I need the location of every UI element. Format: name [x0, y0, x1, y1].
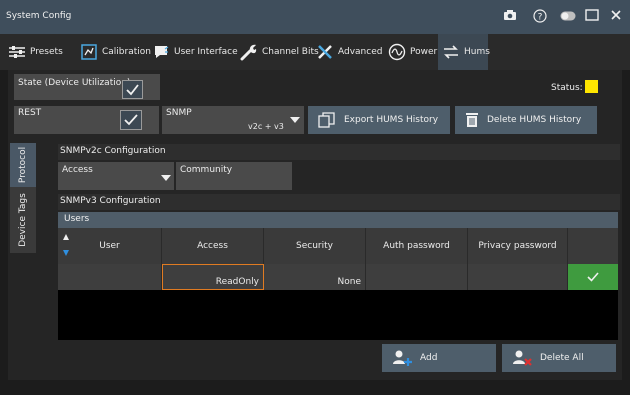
column-label: Security [296, 241, 333, 251]
window-title: System Config [6, 11, 72, 21]
snmp-label: SNMP [166, 108, 192, 118]
tools-icon [316, 43, 334, 61]
add-user-icon [393, 350, 412, 366]
snmpv3-section: SNMPv3 Configuration [58, 194, 620, 210]
snmpv2c-title: SNMPv2c Configuration [60, 146, 166, 156]
tab-label: Hums [464, 47, 490, 57]
add-user-button[interactable]: Add [382, 344, 496, 372]
tab-hums[interactable]: Hums [438, 34, 490, 70]
delete-label: Delete HUMS History [487, 115, 582, 125]
rest-checkbox[interactable] [120, 110, 142, 130]
side-tab-protocol[interactable]: Protocol [10, 143, 36, 187]
power-icon [388, 43, 406, 61]
rest-label: REST [18, 108, 42, 118]
side-tab-label: Device Tags [18, 193, 28, 247]
community-field[interactable]: Community [176, 162, 292, 190]
state-label: State (Device Utilization) [18, 78, 131, 88]
snmp-select[interactable]: SNMP v2c + v3 [162, 106, 286, 134]
tab-label: Advanced [338, 47, 383, 57]
svg-text:?: ? [538, 13, 543, 23]
column-label: User [99, 241, 120, 251]
access-select[interactable]: Access [58, 162, 158, 190]
column-label: Auth password [383, 241, 450, 251]
users-table-header: Users [58, 212, 618, 228]
export-hums-history-button[interactable]: Export HUMS History [308, 106, 450, 134]
delete-all-button[interactable]: Delete All [502, 344, 616, 372]
users-label: Users [64, 214, 90, 224]
snmpv3-title: SNMPv3 Configuration [60, 196, 161, 206]
column-security[interactable]: Security [264, 228, 366, 264]
column-privacy-password[interactable]: Privacy password [468, 228, 568, 264]
users-table: Users User Access Security Auth password… [58, 212, 618, 340]
snmp-dropdown-button[interactable] [286, 106, 304, 134]
sort-icon [63, 234, 69, 256]
tab-power[interactable]: Power [384, 34, 441, 70]
export-icon [318, 112, 335, 128]
tab-label: Presets [30, 47, 63, 57]
tab-label: Power [410, 47, 438, 57]
toggle-icon[interactable] [560, 9, 576, 25]
side-tab-label: Protocol [18, 146, 28, 184]
table-cell-user[interactable] [58, 264, 162, 290]
delete-users-icon [513, 350, 532, 366]
tab-presets[interactable]: Presets [4, 34, 67, 70]
table-cell-privacy-password[interactable] [468, 264, 568, 290]
cell-value: ReadOnly [215, 277, 259, 287]
wrench-icon [240, 43, 258, 61]
access-dropdown-button[interactable] [158, 162, 174, 190]
access-label: Access [62, 165, 93, 175]
delete-all-label: Delete All [540, 353, 584, 363]
presets-icon [8, 43, 26, 61]
tab-label: Channel Bits [262, 47, 319, 57]
tab-channel-bits[interactable]: Channel Bits [236, 34, 323, 70]
side-tab-device-tags[interactable]: Device Tags [10, 187, 36, 253]
export-label: Export HUMS History [344, 115, 439, 125]
column-label: Access [197, 241, 228, 251]
help-icon[interactable]: ? [532, 9, 548, 25]
tab-label: Calibration [102, 47, 151, 57]
user-interface-icon [152, 43, 170, 61]
snmpv2c-section: SNMPv2c Configuration [58, 144, 620, 160]
column-auth-password[interactable]: Auth password [366, 228, 468, 264]
community-label: Community [180, 165, 233, 175]
table-cell-security[interactable]: None [264, 264, 366, 290]
tab-bar: Presets Calibration User Interface Chann… [0, 34, 630, 70]
close-icon[interactable] [608, 9, 624, 25]
camera-icon[interactable] [502, 9, 518, 25]
hums-icon [442, 43, 460, 61]
state-panel: State (Device Utilization) [14, 74, 160, 100]
status-indicator [585, 80, 598, 93]
tab-label: User Interface [174, 47, 238, 57]
title-bar: System Config ? [0, 0, 630, 34]
rest-panel: REST [14, 106, 159, 134]
tab-calibration[interactable]: Calibration [76, 34, 155, 70]
snmp-value: v2c + v3 [248, 122, 284, 131]
tab-user-interface[interactable]: User Interface [148, 34, 242, 70]
chevron-down-icon [161, 175, 171, 181]
table-cell-auth-password[interactable] [366, 264, 468, 290]
trash-icon [466, 113, 478, 127]
chevron-down-icon [290, 117, 300, 123]
status-label: Status: [551, 83, 583, 93]
column-label: Privacy password [478, 241, 557, 251]
column-actions [568, 228, 618, 264]
column-user[interactable]: User [58, 228, 162, 264]
tab-advanced[interactable]: Advanced [312, 34, 386, 70]
state-checkbox[interactable] [122, 80, 143, 99]
cell-value: None [337, 277, 361, 287]
calibration-icon [80, 43, 98, 61]
add-label: Add [420, 353, 438, 363]
delete-hums-history-button[interactable]: Delete HUMS History [455, 106, 597, 134]
column-access[interactable]: Access [162, 228, 264, 264]
table-cell-access[interactable]: ReadOnly [162, 264, 264, 290]
maximize-icon[interactable] [584, 9, 600, 25]
checkmark-icon [587, 272, 599, 282]
confirm-row-button[interactable] [568, 264, 618, 290]
